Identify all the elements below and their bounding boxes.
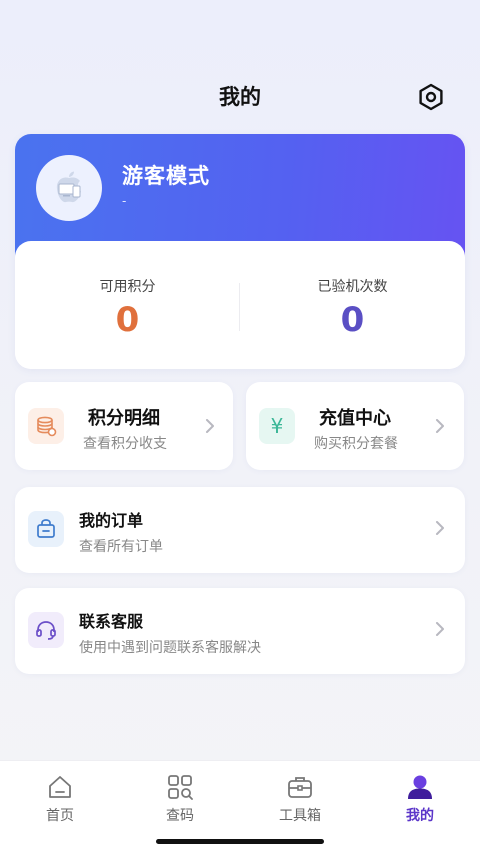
- contact-support-subtitle: 使用中遇到问题联系客服解决: [79, 640, 261, 656]
- points-detail-subtitle: 查看积分收支: [83, 436, 167, 452]
- stat-value: 0: [115, 300, 140, 340]
- stat-inspection-count[interactable]: 已验机次数 0: [240, 241, 465, 369]
- tab-label: 我的: [406, 808, 434, 824]
- stats-panel: 可用积分 0 已验机次数 0: [15, 241, 465, 369]
- stat-label: 可用积分: [99, 279, 156, 295]
- stat-value: 0: [340, 300, 365, 340]
- apple-devices-icon: [56, 171, 81, 203]
- chevron-right-icon: [436, 622, 444, 636]
- profile-icon: [406, 773, 434, 801]
- toolbox-icon: [286, 773, 314, 801]
- recharge-center-title: 充值中心: [319, 408, 391, 429]
- profile-card: 游客模式 - 可用积分 0 已验机次数 0: [15, 134, 465, 369]
- tab-label: 查码: [166, 808, 194, 824]
- tab-home[interactable]: 首页: [0, 761, 120, 853]
- my-orders-title: 我的订单: [79, 511, 144, 530]
- page-title: 我的: [219, 85, 261, 109]
- page-header: 我的: [0, 70, 480, 122]
- tab-mine[interactable]: 我的: [360, 761, 480, 853]
- points-detail-title: 积分明细: [88, 408, 160, 429]
- avatar[interactable]: [36, 155, 102, 221]
- coins-icon: [28, 408, 64, 444]
- tab-label: 工具箱: [279, 808, 321, 824]
- chevron-right-icon: [436, 521, 444, 535]
- my-orders-row[interactable]: 我的订单 查看所有订单: [15, 487, 465, 573]
- settings-button[interactable]: [416, 82, 446, 112]
- yen-icon: ¥: [259, 408, 295, 444]
- grid-search-icon: [166, 773, 194, 801]
- contact-support-row[interactable]: 联系客服 使用中遇到问题联系客服解决: [15, 588, 465, 674]
- stat-label: 已验机次数: [317, 279, 388, 295]
- divider: [239, 283, 240, 331]
- headset-icon: [28, 612, 64, 648]
- guest-subtitle: -: [122, 194, 127, 208]
- guest-name: 游客模式: [122, 164, 210, 188]
- settings-hexagon-icon: [419, 83, 443, 111]
- home-icon: [46, 773, 74, 801]
- tab-label: 首页: [46, 808, 74, 824]
- points-detail-card[interactable]: 积分明细 查看积分收支: [15, 382, 233, 470]
- recharge-center-card[interactable]: ¥ 充值中心 购买积分套餐: [246, 382, 464, 470]
- chevron-right-icon: [436, 419, 444, 433]
- home-indicator: [156, 839, 324, 844]
- my-orders-subtitle: 查看所有订单: [79, 539, 163, 555]
- stat-available-points[interactable]: 可用积分 0: [15, 241, 240, 369]
- chevron-right-icon: [206, 419, 214, 433]
- shopping-bag-icon: [28, 511, 64, 547]
- contact-support-title: 联系客服: [79, 612, 144, 631]
- recharge-center-subtitle: 购买积分套餐: [314, 436, 398, 452]
